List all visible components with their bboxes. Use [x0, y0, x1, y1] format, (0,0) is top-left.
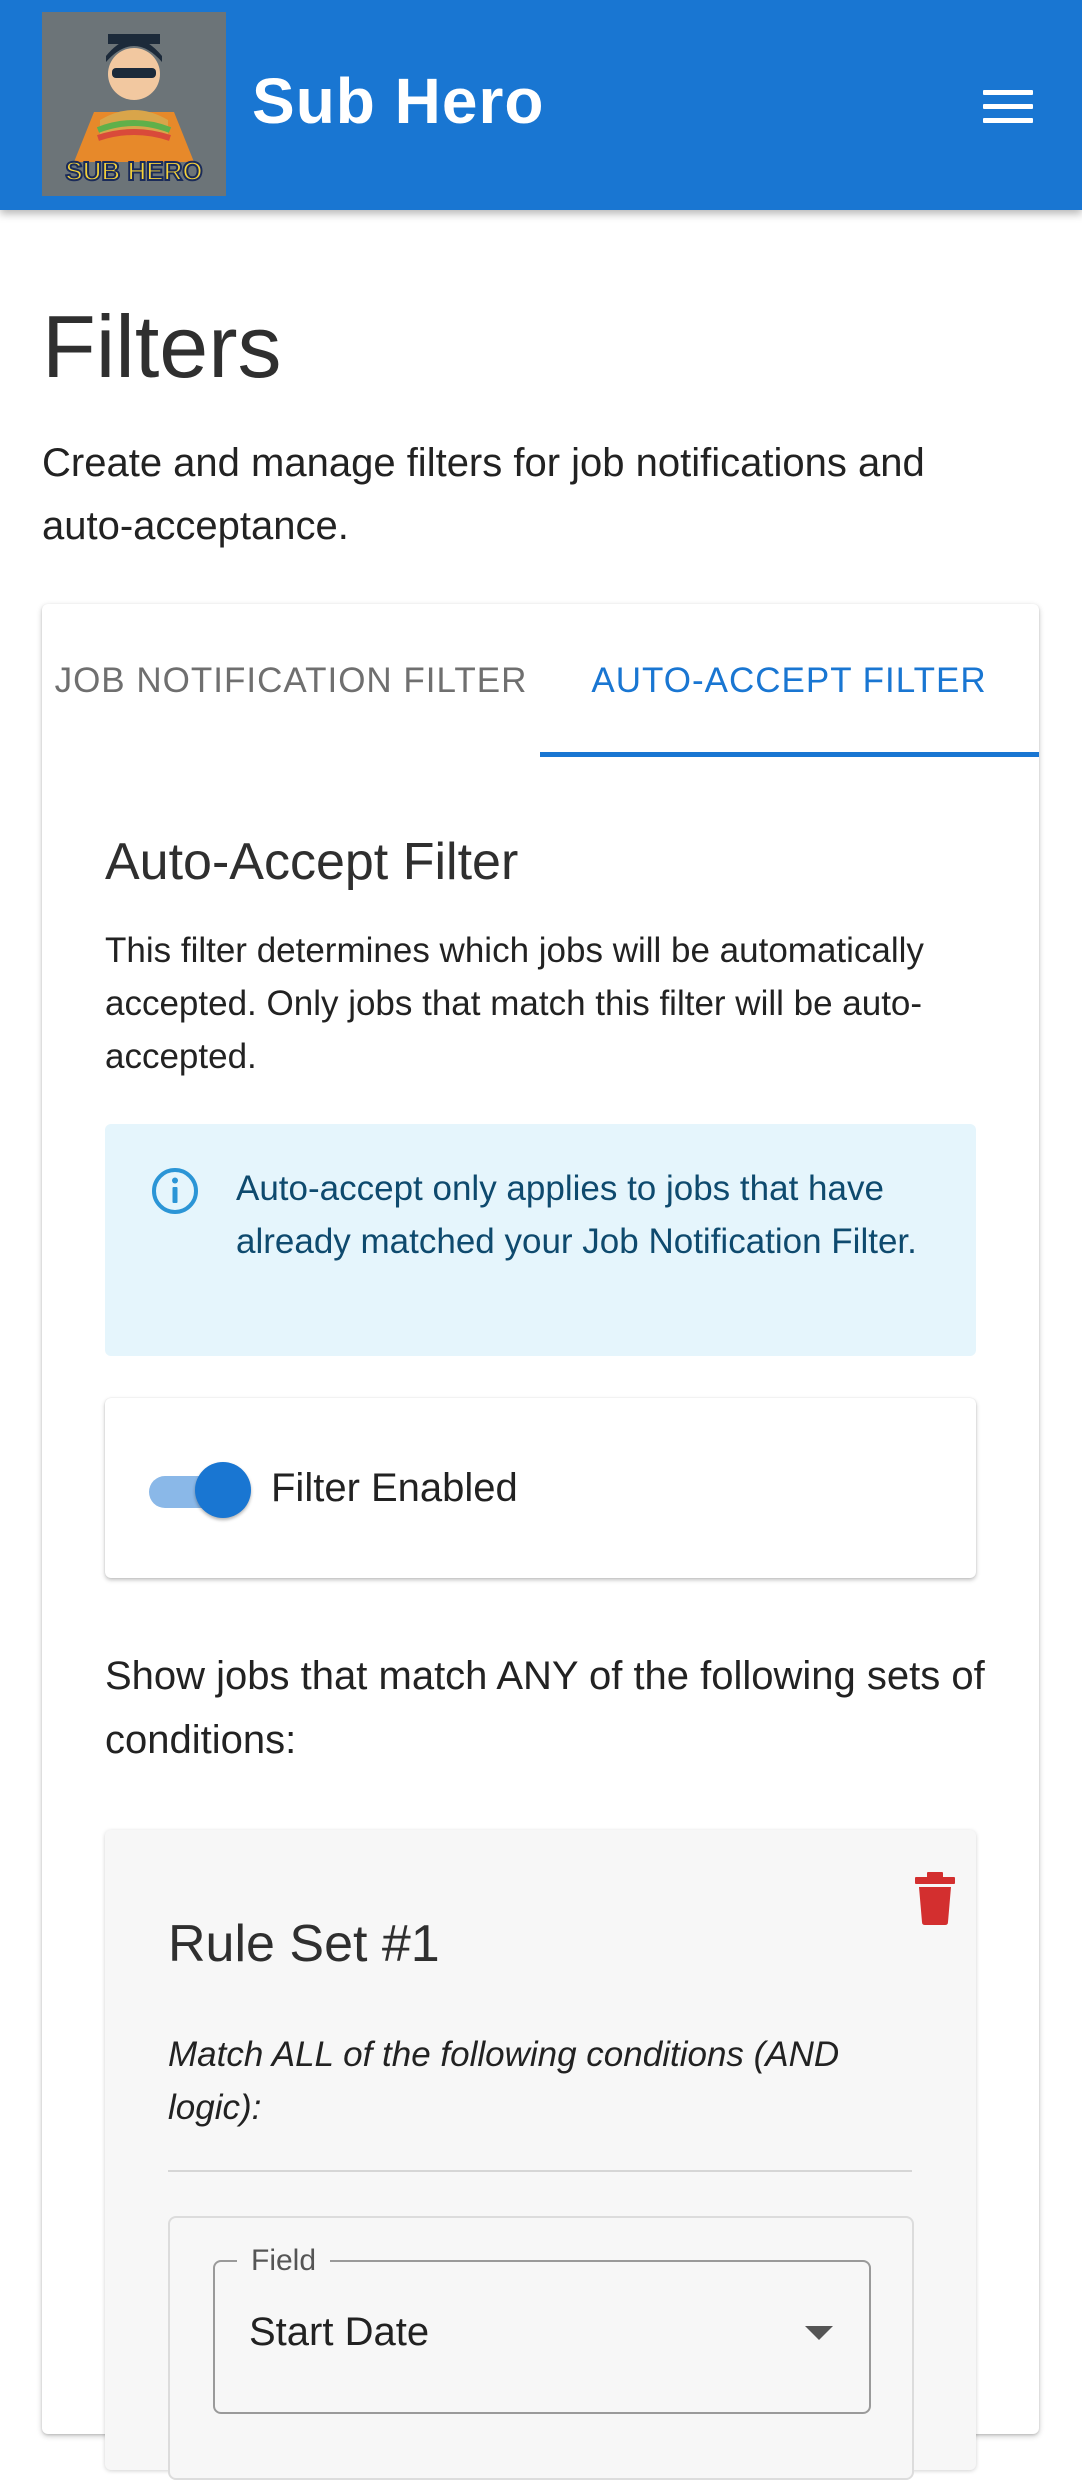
svg-text:SUB HERO: SUB HERO [65, 156, 202, 186]
rule-set-title: Rule Set #1 [168, 1915, 440, 1973]
rule-set: Rule Set #1 Match ALL of the following c… [105, 1830, 976, 2480]
toggle-thumb [195, 1462, 251, 1518]
section-title: Auto-Accept Filter [105, 833, 519, 891]
menu-button[interactable] [968, 78, 1048, 134]
info-icon [152, 1168, 198, 1214]
section-description: This filter determines which jobs will b… [105, 931, 924, 1076]
chevron-down-icon [805, 2326, 833, 2340]
rule-set-subtitle: Match ALL of the following conditions (A… [168, 2035, 840, 2127]
filter-enabled-label: Filter Enabled [271, 1466, 518, 1510]
page-title: Filters [42, 297, 282, 396]
filter-enabled-card: Filter Enabled [105, 1398, 976, 1578]
field-select-label: Field [237, 2244, 331, 2278]
logo-image: SUB HERO [42, 12, 226, 196]
info-alert-text: Auto-accept only applies to jobs that ha… [236, 1169, 917, 1261]
delete-rule-set-button[interactable] [913, 1870, 957, 1926]
app-bar: SUB HERO Sub Hero [0, 0, 1082, 210]
tab-job-notification-filter[interactable]: JOB NOTIFICATION FILTER [42, 604, 540, 756]
match-any-text: Show jobs that match ANY of the followin… [105, 1654, 985, 1762]
filter-enabled-toggle[interactable] [149, 1462, 253, 1518]
condition-row: Field Start Date [168, 2216, 914, 2480]
tab-auto-accept-filter[interactable]: AUTO-ACCEPT FILTER [540, 604, 1038, 756]
field-select[interactable]: Field Start Date [213, 2244, 871, 2414]
field-select-value: Start Date [249, 2310, 430, 2354]
active-tab-indicator [540, 752, 1039, 757]
info-alert: Auto-accept only applies to jobs that ha… [105, 1124, 976, 1356]
filters-card: JOB NOTIFICATION FILTER AUTO-ACCEPT FILT… [42, 604, 1039, 2480]
trash-icon [915, 1872, 955, 1925]
app-title: Sub Hero [252, 65, 545, 137]
sub-hero-logo[interactable]: SUB HERO [42, 12, 226, 196]
divider [168, 2170, 912, 2172]
menu-icon [983, 90, 1033, 123]
page-description: Create and manage filters for job notifi… [42, 441, 925, 548]
